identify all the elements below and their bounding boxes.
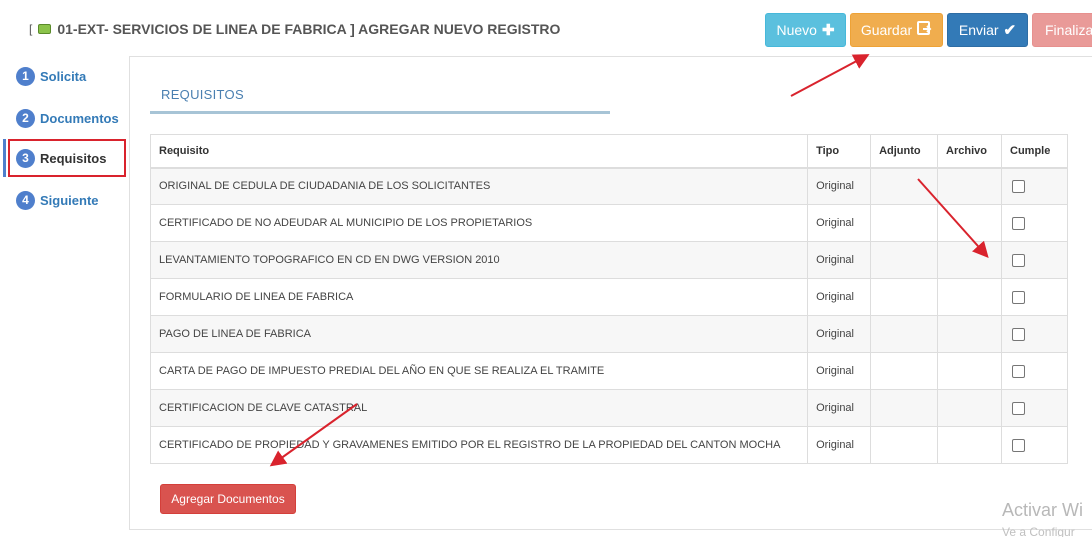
cumple-cell: [1001, 167, 1068, 205]
tipo-cell: Original: [807, 241, 872, 279]
status-indicator-icon: [38, 24, 52, 34]
requisito-cell: CERTIFICACION DE CLAVE CATASTRAL: [149, 389, 809, 427]
adjunto-cell: [870, 389, 939, 427]
tipo-cell: Original: [807, 352, 872, 390]
column-header-cumple: Cumple: [1001, 134, 1068, 169]
section-tab-underline: [150, 111, 610, 114]
cumple-checkbox[interactable]: [1012, 254, 1025, 267]
column-header-tipo: Tipo: [807, 134, 872, 169]
cumple-cell: [1001, 241, 1068, 279]
active-step-indicator: [3, 139, 6, 177]
table-row: CERTIFICADO DE NO ADEUDAR AL MUNICIPIO D…: [149, 204, 1068, 242]
cumple-checkbox[interactable]: [1012, 439, 1025, 452]
activation-watermark-sub: Ve a Configur: [1002, 525, 1075, 537]
section-tab-requisitos[interactable]: REQUISITOS: [161, 87, 244, 102]
nuevo-button-label: Nuevo: [776, 22, 817, 38]
column-header-archivo: Archivo: [937, 134, 1002, 169]
sidebar-item-label: Solicita: [40, 68, 87, 84]
table-row: FORMULARIO DE LINEA DE FABRICA Original: [149, 278, 1068, 316]
activation-watermark: Activar Wi: [1002, 500, 1083, 520]
requisito-cell: LEVANTAMIENTO TOPOGRAFICO EN CD EN DWG V…: [149, 241, 809, 279]
requirements-table: Requisito Tipo Adjunto Archivo Cumple OR…: [149, 134, 1068, 464]
title-bracket: [: [29, 22, 33, 36]
table-row: CARTA DE PAGO DE IMPUESTO PREDIAL DEL AÑ…: [149, 352, 1068, 390]
archivo-cell: [937, 389, 1002, 427]
cumple-checkbox[interactable]: [1012, 291, 1025, 304]
toolbar: Nuevo ✚ Guardar Enviar ✔ Finaliza: [765, 13, 1092, 47]
cumple-cell: [1001, 389, 1068, 427]
requisito-cell: FORMULARIO DE LINEA DE FABRICA: [149, 278, 809, 316]
step-number-badge: 4: [16, 190, 35, 210]
table-row: ORIGINAL DE CEDULA DE CIUDADANIA DE LOS …: [149, 167, 1068, 205]
requisito-cell: CERTIFICADO DE PROPIEDAD Y GRAVAMENES EM…: [149, 426, 809, 464]
tipo-cell: Original: [807, 426, 872, 464]
adjunto-cell: [870, 167, 939, 205]
tipo-cell: Original: [807, 389, 872, 427]
check-icon: ✔: [1003, 22, 1017, 39]
guardar-button[interactable]: Guardar: [850, 13, 943, 47]
sidebar-item-solicita[interactable]: 1 Solicita: [8, 58, 86, 94]
archivo-cell: [937, 204, 1002, 242]
archivo-cell: [937, 315, 1002, 353]
plus-icon: ✚: [821, 22, 835, 39]
enviar-button[interactable]: Enviar ✔: [947, 13, 1028, 47]
column-header-requisito: Requisito: [149, 134, 809, 169]
cumple-cell: [1001, 315, 1068, 353]
sidebar-item-label: Siguiente: [40, 192, 99, 208]
archivo-cell: [937, 426, 1002, 464]
archivo-cell: [937, 352, 1002, 390]
agregar-documentos-button[interactable]: Agregar Documentos: [160, 484, 296, 514]
tipo-cell: Original: [807, 204, 872, 242]
cumple-cell: [1001, 204, 1068, 242]
adjunto-cell: [870, 426, 939, 464]
tipo-cell: Original: [807, 278, 872, 316]
step-number-badge: 1: [16, 66, 35, 86]
archivo-cell: [937, 241, 1002, 279]
archivo-cell: [937, 167, 1002, 205]
table-row: LEVANTAMIENTO TOPOGRAFICO EN CD EN DWG V…: [149, 241, 1068, 279]
cumple-cell: [1001, 426, 1068, 464]
sidebar-item-siguiente[interactable]: 4 Siguiente: [8, 182, 99, 218]
table-row: PAGO DE LINEA DE FABRICA Original: [149, 315, 1068, 353]
adjunto-cell: [870, 278, 939, 316]
table-header-row: Requisito Tipo Adjunto Archivo Cumple: [149, 134, 1068, 169]
requisito-cell: ORIGINAL DE CEDULA DE CIUDADANIA DE LOS …: [149, 167, 809, 205]
cumple-checkbox[interactable]: [1012, 217, 1025, 230]
requisito-cell: CERTIFICADO DE NO ADEUDAR AL MUNICIPIO D…: [149, 204, 809, 242]
adjunto-cell: [870, 352, 939, 390]
tipo-cell: Original: [807, 315, 872, 353]
finalizar-button-label: Finaliza: [1045, 22, 1092, 38]
archivo-cell: [937, 278, 1002, 316]
column-header-adjunto: Adjunto: [870, 134, 939, 169]
save-share-icon: [917, 21, 932, 39]
sidebar-item-label: Documentos: [40, 110, 119, 126]
table-row: CERTIFICACION DE CLAVE CATASTRAL Origina…: [149, 389, 1068, 427]
tipo-cell: Original: [807, 167, 872, 205]
cumple-cell: [1001, 352, 1068, 390]
page-title-text: 01-EXT- SERVICIOS DE LINEA DE FABRICA ] …: [57, 21, 561, 37]
enviar-button-label: Enviar: [958, 22, 999, 38]
cumple-cell: [1001, 278, 1068, 316]
sidebar-item-documentos[interactable]: 2 Documentos: [8, 100, 119, 136]
cumple-checkbox[interactable]: [1012, 402, 1025, 415]
nuevo-button[interactable]: Nuevo ✚: [765, 13, 846, 47]
guardar-button-label: Guardar: [860, 22, 913, 38]
step-number-badge: 2: [16, 108, 35, 128]
requisito-cell: PAGO DE LINEA DE FABRICA: [149, 315, 809, 353]
cumple-checkbox[interactable]: [1012, 180, 1025, 194]
finalizar-button[interactable]: Finaliza: [1032, 13, 1092, 47]
cumple-checkbox[interactable]: [1012, 328, 1025, 341]
adjunto-cell: [870, 241, 939, 279]
adjunto-cell: [870, 204, 939, 242]
adjunto-cell: [870, 315, 939, 353]
requisito-cell: CARTA DE PAGO DE IMPUESTO PREDIAL DEL AÑ…: [149, 352, 809, 390]
table-row: CERTIFICADO DE PROPIEDAD Y GRAVAMENES EM…: [149, 426, 1068, 464]
page-title: [ 01-EXT- SERVICIOS DE LINEA DE FABRICA …: [29, 21, 560, 37]
cumple-checkbox[interactable]: [1012, 365, 1025, 378]
annotation-highlight-box: [8, 139, 126, 177]
